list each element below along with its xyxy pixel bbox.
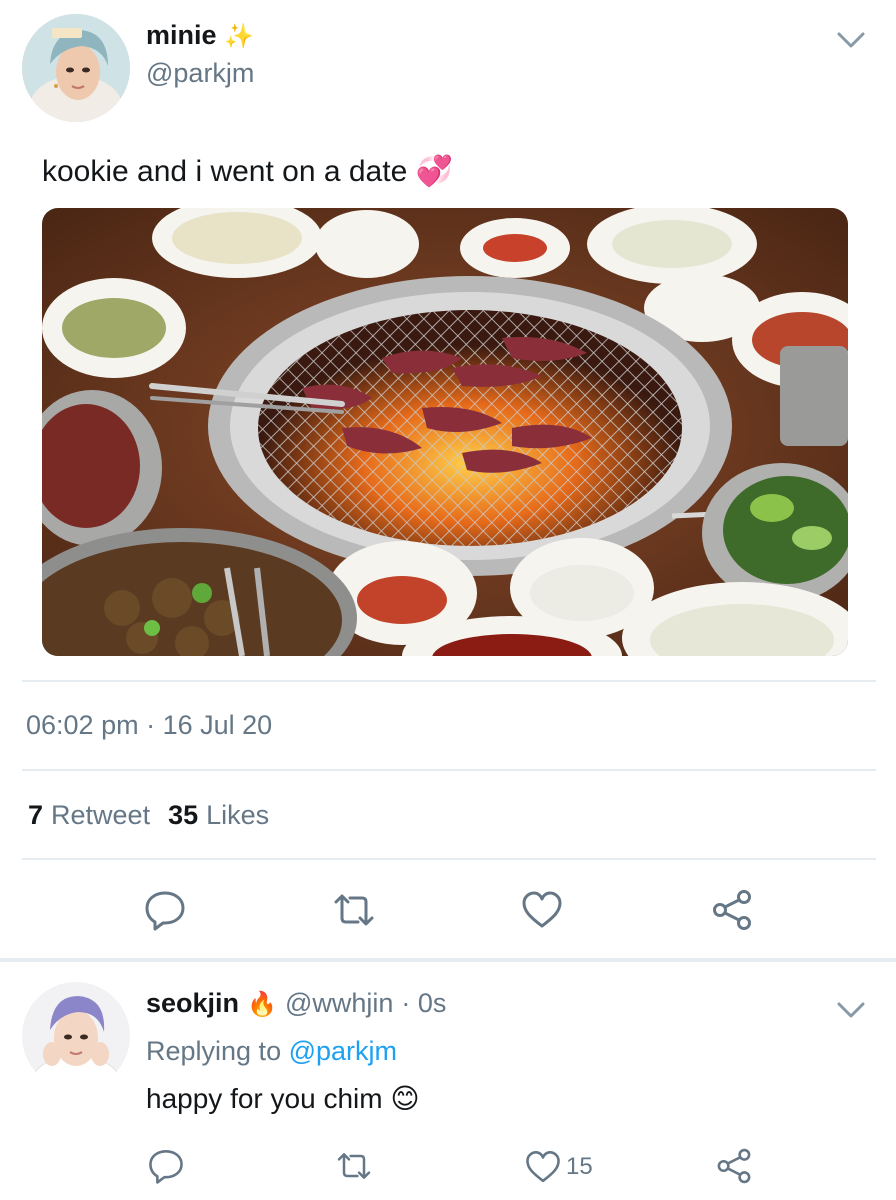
mention-link[interactable]: @parkjm xyxy=(289,1036,397,1066)
reply-icon xyxy=(145,891,185,931)
tweet-photo[interactable] xyxy=(42,208,848,656)
sparkles-emoji: ✨ xyxy=(224,23,254,50)
replying-to-line: Replying to @parkjm xyxy=(146,1036,397,1067)
divider xyxy=(22,858,876,860)
reply-text: happy for you chim 😊 xyxy=(146,1082,420,1115)
retweet-icon xyxy=(334,894,374,926)
retweet-label[interactable]: Retweet xyxy=(51,800,150,831)
reply-share-button[interactable] xyxy=(710,1142,758,1190)
retweet-button[interactable] xyxy=(330,886,378,934)
retweet-icon xyxy=(337,1153,371,1179)
bbq-photo-illustration xyxy=(42,208,848,656)
tweet-text: kookie and i went on a date 💞 xyxy=(42,154,453,189)
author-avatar[interactable] xyxy=(22,14,130,122)
reply-retweet-button[interactable] xyxy=(330,1142,378,1190)
author-handle[interactable]: @parkjm xyxy=(146,58,254,89)
likes-label[interactable]: Likes xyxy=(206,800,269,831)
chevron-down-icon[interactable] xyxy=(836,1000,866,1020)
smile-emoji: 😊 xyxy=(390,1083,420,1114)
reply-header: seokjin 🔥 @wwhjin · 0s xyxy=(146,988,446,1019)
heart-icon xyxy=(526,1151,560,1183)
reply-icon xyxy=(149,1150,183,1184)
author-display-name[interactable]: minie xyxy=(146,20,217,50)
replying-to-label: Replying to xyxy=(146,1036,282,1066)
likes-count[interactable]: 35 xyxy=(168,800,198,831)
chevron-down-icon[interactable] xyxy=(836,30,866,50)
divider xyxy=(22,769,876,771)
separator-dot: · xyxy=(146,710,156,740)
share-button[interactable] xyxy=(708,886,756,934)
reply-body: happy for you chim xyxy=(146,1083,383,1114)
tweet-time: 06:02 pm xyxy=(26,710,139,740)
share-icon xyxy=(717,1148,751,1184)
reply-like-count: 15 xyxy=(566,1153,593,1180)
reply-like-button[interactable]: 15 xyxy=(524,1148,593,1186)
tweet-stats: 7 Retweet 35 Likes xyxy=(28,800,269,831)
heart-emoji: 💞 xyxy=(415,155,453,188)
like-button[interactable] xyxy=(518,886,566,934)
reply-time: · 0s xyxy=(401,988,447,1018)
tweet-date: 16 Jul 20 xyxy=(162,710,273,740)
heart-icon xyxy=(522,891,562,928)
divider xyxy=(22,680,876,682)
retweet-count[interactable]: 7 xyxy=(28,800,43,831)
reply-handle[interactable]: @wwhjin xyxy=(285,988,393,1019)
reply-reply-button[interactable] xyxy=(142,1142,190,1190)
section-separator xyxy=(0,958,896,962)
fire-emoji: 🔥 xyxy=(247,991,277,1018)
tweet-body: kookie and i went on a date xyxy=(42,155,408,188)
reply-author-avatar[interactable] xyxy=(22,982,130,1090)
author-name[interactable]: minie ✨ xyxy=(146,20,254,51)
reply-button[interactable] xyxy=(141,886,189,934)
reply-display-name[interactable]: seokjin xyxy=(146,988,239,1019)
share-icon xyxy=(713,890,751,930)
tweet-timestamp[interactable]: 06:02 pm · 16 Jul 20 xyxy=(26,710,272,741)
